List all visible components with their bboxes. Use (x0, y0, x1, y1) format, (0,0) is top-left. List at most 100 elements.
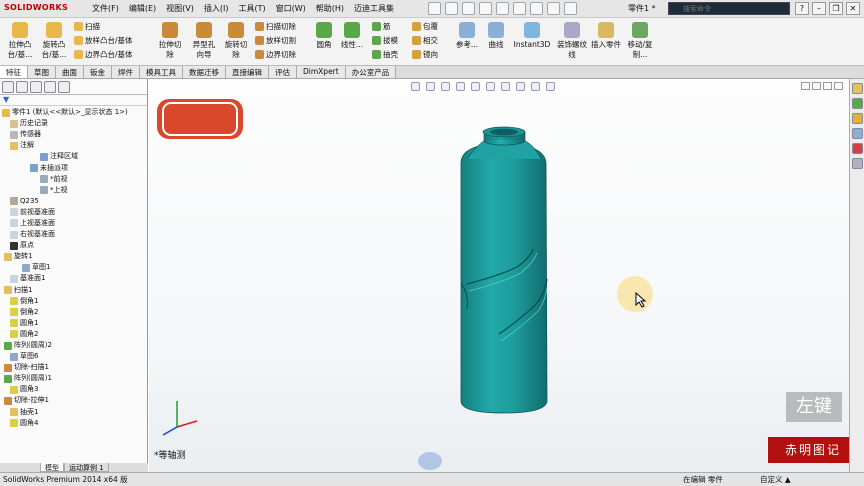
tree-item[interactable]: 切除-扫描1 (0, 362, 147, 373)
linear-pattern-button[interactable]: 线性... (338, 20, 366, 50)
tree-item[interactable]: 注解 (0, 140, 147, 151)
view-palette-icon[interactable] (852, 128, 863, 139)
tree-item[interactable]: 注释区域 (0, 151, 147, 162)
fillet-button[interactable]: 圆角 (312, 20, 336, 50)
tree-item[interactable]: 右视基准面 (0, 229, 147, 240)
hole-wizard-button[interactable]: 异型孔向导 (188, 20, 220, 60)
revolve-cut-button[interactable]: 旋转切除 (220, 20, 252, 60)
tree-item[interactable]: Q235 (0, 196, 147, 207)
tree-item[interactable]: 扫描1 (0, 285, 147, 296)
configuration-manager-tab-icon[interactable] (30, 81, 42, 93)
boundary-boss-button[interactable]: 边界凸台/基体 (74, 49, 133, 60)
tree-item[interactable]: 原点 (0, 240, 147, 251)
shell-button[interactable]: 抽壳 (372, 49, 398, 60)
custom-properties-icon[interactable] (852, 158, 863, 169)
tab-motion-study[interactable]: 运动算例 1 (64, 463, 109, 472)
menu-insert[interactable]: 插入(I) (204, 3, 229, 14)
help-icon[interactable]: ? (795, 2, 809, 15)
lofted-cut-button[interactable]: 放样切割 (255, 35, 296, 46)
tree-item[interactable]: *上视 (0, 185, 147, 196)
tree-item[interactable]: 历史记录 (0, 118, 147, 129)
boundary-cut-button[interactable]: 边界切除 (255, 49, 296, 60)
tab-mold-tools[interactable]: 模具工具 (140, 66, 183, 78)
design-library-icon[interactable] (852, 98, 863, 109)
draft-button[interactable]: 拔模 (372, 35, 398, 46)
restore-icon[interactable]: ❐ (829, 2, 843, 15)
tree-item[interactable]: 倒角1 (0, 296, 147, 307)
tab-features[interactable]: 特征 (0, 66, 28, 78)
tab-sketch[interactable]: 草图 (28, 66, 56, 78)
rib-button[interactable]: 筋 (372, 21, 391, 32)
mirror-button[interactable]: 镜向 (412, 49, 438, 60)
menu-view[interactable]: 视图(V) (166, 3, 194, 14)
tab-evaluate[interactable]: 评估 (269, 66, 297, 78)
undo-icon[interactable] (496, 2, 509, 15)
sweep-button[interactable]: 扫描 (74, 21, 100, 32)
tree-item[interactable]: 前视基准面 (0, 207, 147, 218)
file-properties-icon[interactable] (547, 2, 560, 15)
revolve-boss-button[interactable]: 旋转凸台/基... (38, 20, 70, 60)
tree-item[interactable]: 阵列(圆周)2 (0, 340, 147, 351)
tree-item[interactable]: 切除-拉伸1 (0, 395, 147, 406)
tree-item[interactable]: 旋转1 (0, 251, 147, 262)
dimxpert-manager-tab-icon[interactable] (44, 81, 56, 93)
tab-surfaces[interactable]: 曲面 (56, 66, 84, 78)
intersect-button[interactable]: 相交 (412, 35, 438, 46)
menu-file[interactable]: 文件(F) (92, 3, 119, 14)
menu-maidi-tools[interactable]: 迈迪工具集 (354, 3, 394, 14)
tree-item[interactable]: 圆角2 (0, 329, 147, 340)
bottle-model[interactable] (149, 79, 849, 472)
wrap-button[interactable]: 包覆 (412, 21, 438, 32)
menu-tools[interactable]: 工具(T) (238, 3, 265, 14)
tab-office-products[interactable]: 办公室产品 (345, 66, 397, 78)
extrude-cut-button[interactable]: 拉伸切除 (154, 20, 186, 60)
print-icon[interactable] (479, 2, 492, 15)
filter-icon[interactable]: ▼ (0, 95, 147, 106)
tree-item[interactable]: 草图6 (0, 351, 147, 362)
open-icon[interactable] (445, 2, 458, 15)
resources-icon[interactable] (852, 83, 863, 94)
menu-edit[interactable]: 编辑(E) (129, 3, 156, 14)
options-icon[interactable] (564, 2, 577, 15)
instant3d-button[interactable]: Instant3D (511, 20, 553, 50)
tree-item[interactable]: 抽壳1 (0, 407, 147, 418)
graphics-area[interactable]: *等轴测 (149, 79, 849, 472)
tree-item[interactable]: 圆角3 (0, 384, 147, 395)
tree-root[interactable]: 零件1 (默认<<默认>_显示状态 1>) (0, 107, 147, 118)
swept-cut-button[interactable]: 扫描切除 (255, 21, 296, 32)
tab-model[interactable]: 模型 (40, 463, 64, 472)
tab-dimxpert[interactable]: DimXpert (297, 66, 346, 78)
property-manager-tab-icon[interactable] (16, 81, 28, 93)
search-input[interactable] (669, 3, 789, 14)
cosmetic-thread-button[interactable]: 装饰螺纹线 (556, 20, 588, 60)
close-icon[interactable]: ✕ (846, 2, 860, 15)
feature-manager-tab-icon[interactable] (2, 81, 14, 93)
reference-geometry-button[interactable]: 参考... (452, 20, 482, 50)
tab-direct-editing[interactable]: 直接编辑 (226, 66, 269, 78)
menu-window[interactable]: 窗口(W) (276, 3, 306, 14)
loft-boss-button[interactable]: 放样凸台/基体 (74, 35, 133, 46)
select-icon[interactable] (513, 2, 526, 15)
insert-part-button[interactable]: 插入零件 (590, 20, 622, 50)
tab-sheet-metal[interactable]: 钣金 (84, 66, 112, 78)
tree-item[interactable]: 未插派项 (0, 162, 147, 173)
new-icon[interactable] (428, 2, 441, 15)
tree-item[interactable]: 倒角2 (0, 307, 147, 318)
tree-item[interactable]: 圆角1 (0, 318, 147, 329)
tree-item[interactable]: 阵列(圆周)1 (0, 373, 147, 384)
extrude-boss-button[interactable]: 拉伸凸台/基... (4, 20, 36, 60)
menu-help[interactable]: 帮助(H) (316, 3, 344, 14)
tree-item[interactable]: 圆角4 (0, 418, 147, 429)
curves-button[interactable]: 曲线 (484, 20, 508, 50)
tab-weldments[interactable]: 焊件 (112, 66, 140, 78)
tree-item[interactable]: 基准面1 (0, 273, 147, 284)
minimize-icon[interactable]: – (812, 2, 826, 15)
move-copy-button[interactable]: 移动/复制... (624, 20, 656, 60)
save-icon[interactable] (462, 2, 475, 15)
tree-item[interactable]: 传感器 (0, 129, 147, 140)
file-explorer-icon[interactable] (852, 113, 863, 124)
tree-item[interactable]: *前视 (0, 174, 147, 185)
tree-item[interactable]: 草图1 (0, 262, 147, 273)
appearances-icon[interactable] (852, 143, 863, 154)
search-box[interactable] (668, 2, 790, 15)
